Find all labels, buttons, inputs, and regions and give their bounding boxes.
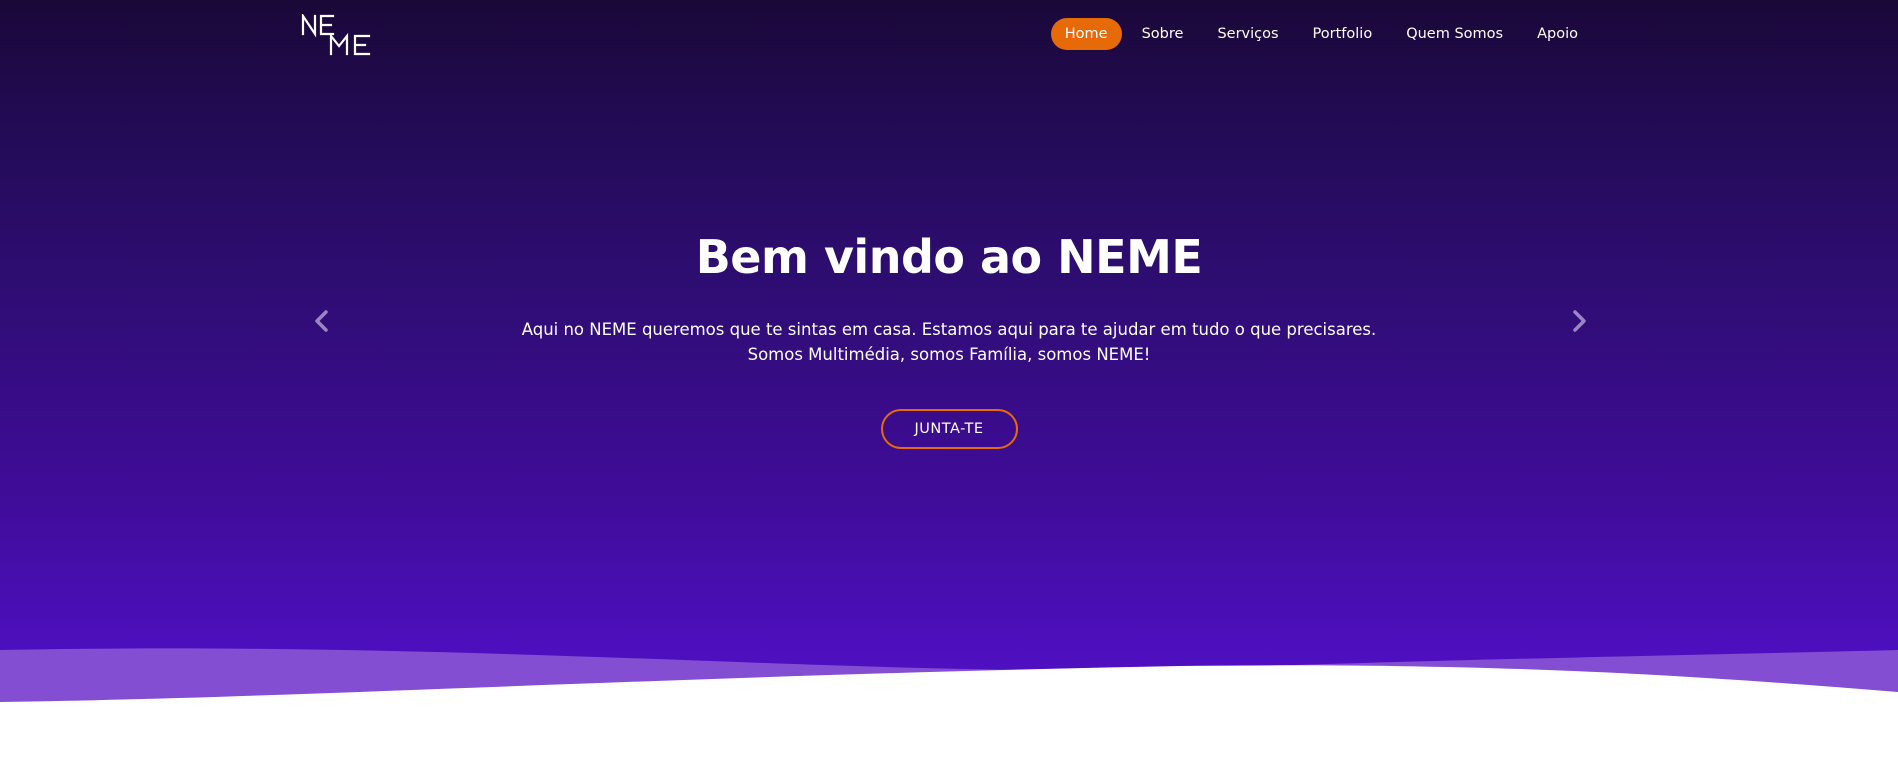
nav-item-servicos[interactable]: Serviços	[1203, 18, 1292, 50]
main-nav: Home Sobre Serviços Portfolio Quem Somos…	[1045, 18, 1592, 50]
nav-item-home[interactable]: Home	[1050, 18, 1122, 50]
hero-subtitle-line2: Somos Multimédia, somos Família, somos N…	[747, 345, 1151, 364]
hero-wave-divider	[0, 648, 1898, 769]
hero-subtitle: Aqui no NEME queremos que te sintas em c…	[0, 317, 1898, 367]
page: Home Sobre Serviços Portfolio Quem Somos…	[0, 0, 1898, 769]
top-navbar: Home Sobre Serviços Portfolio Quem Somos…	[0, 0, 1898, 70]
nav-item-quem-somos[interactable]: Quem Somos	[1392, 18, 1517, 50]
nav-item-portfolio[interactable]: Portfolio	[1299, 18, 1387, 50]
nav-item-sobre[interactable]: Sobre	[1128, 18, 1198, 50]
hero-title: Bem vindo ao NEME	[695, 230, 1203, 284]
join-button[interactable]: JUNTA-TE	[880, 409, 1018, 449]
neme-logo[interactable]	[301, 14, 373, 56]
hero-subtitle-line1: Aqui no NEME queremos que te sintas em c…	[521, 320, 1377, 339]
hero-content: Bem vindo ao NEME Aqui no NEME queremos …	[0, 230, 1898, 449]
nav-item-apoio[interactable]: Apoio	[1523, 18, 1592, 50]
